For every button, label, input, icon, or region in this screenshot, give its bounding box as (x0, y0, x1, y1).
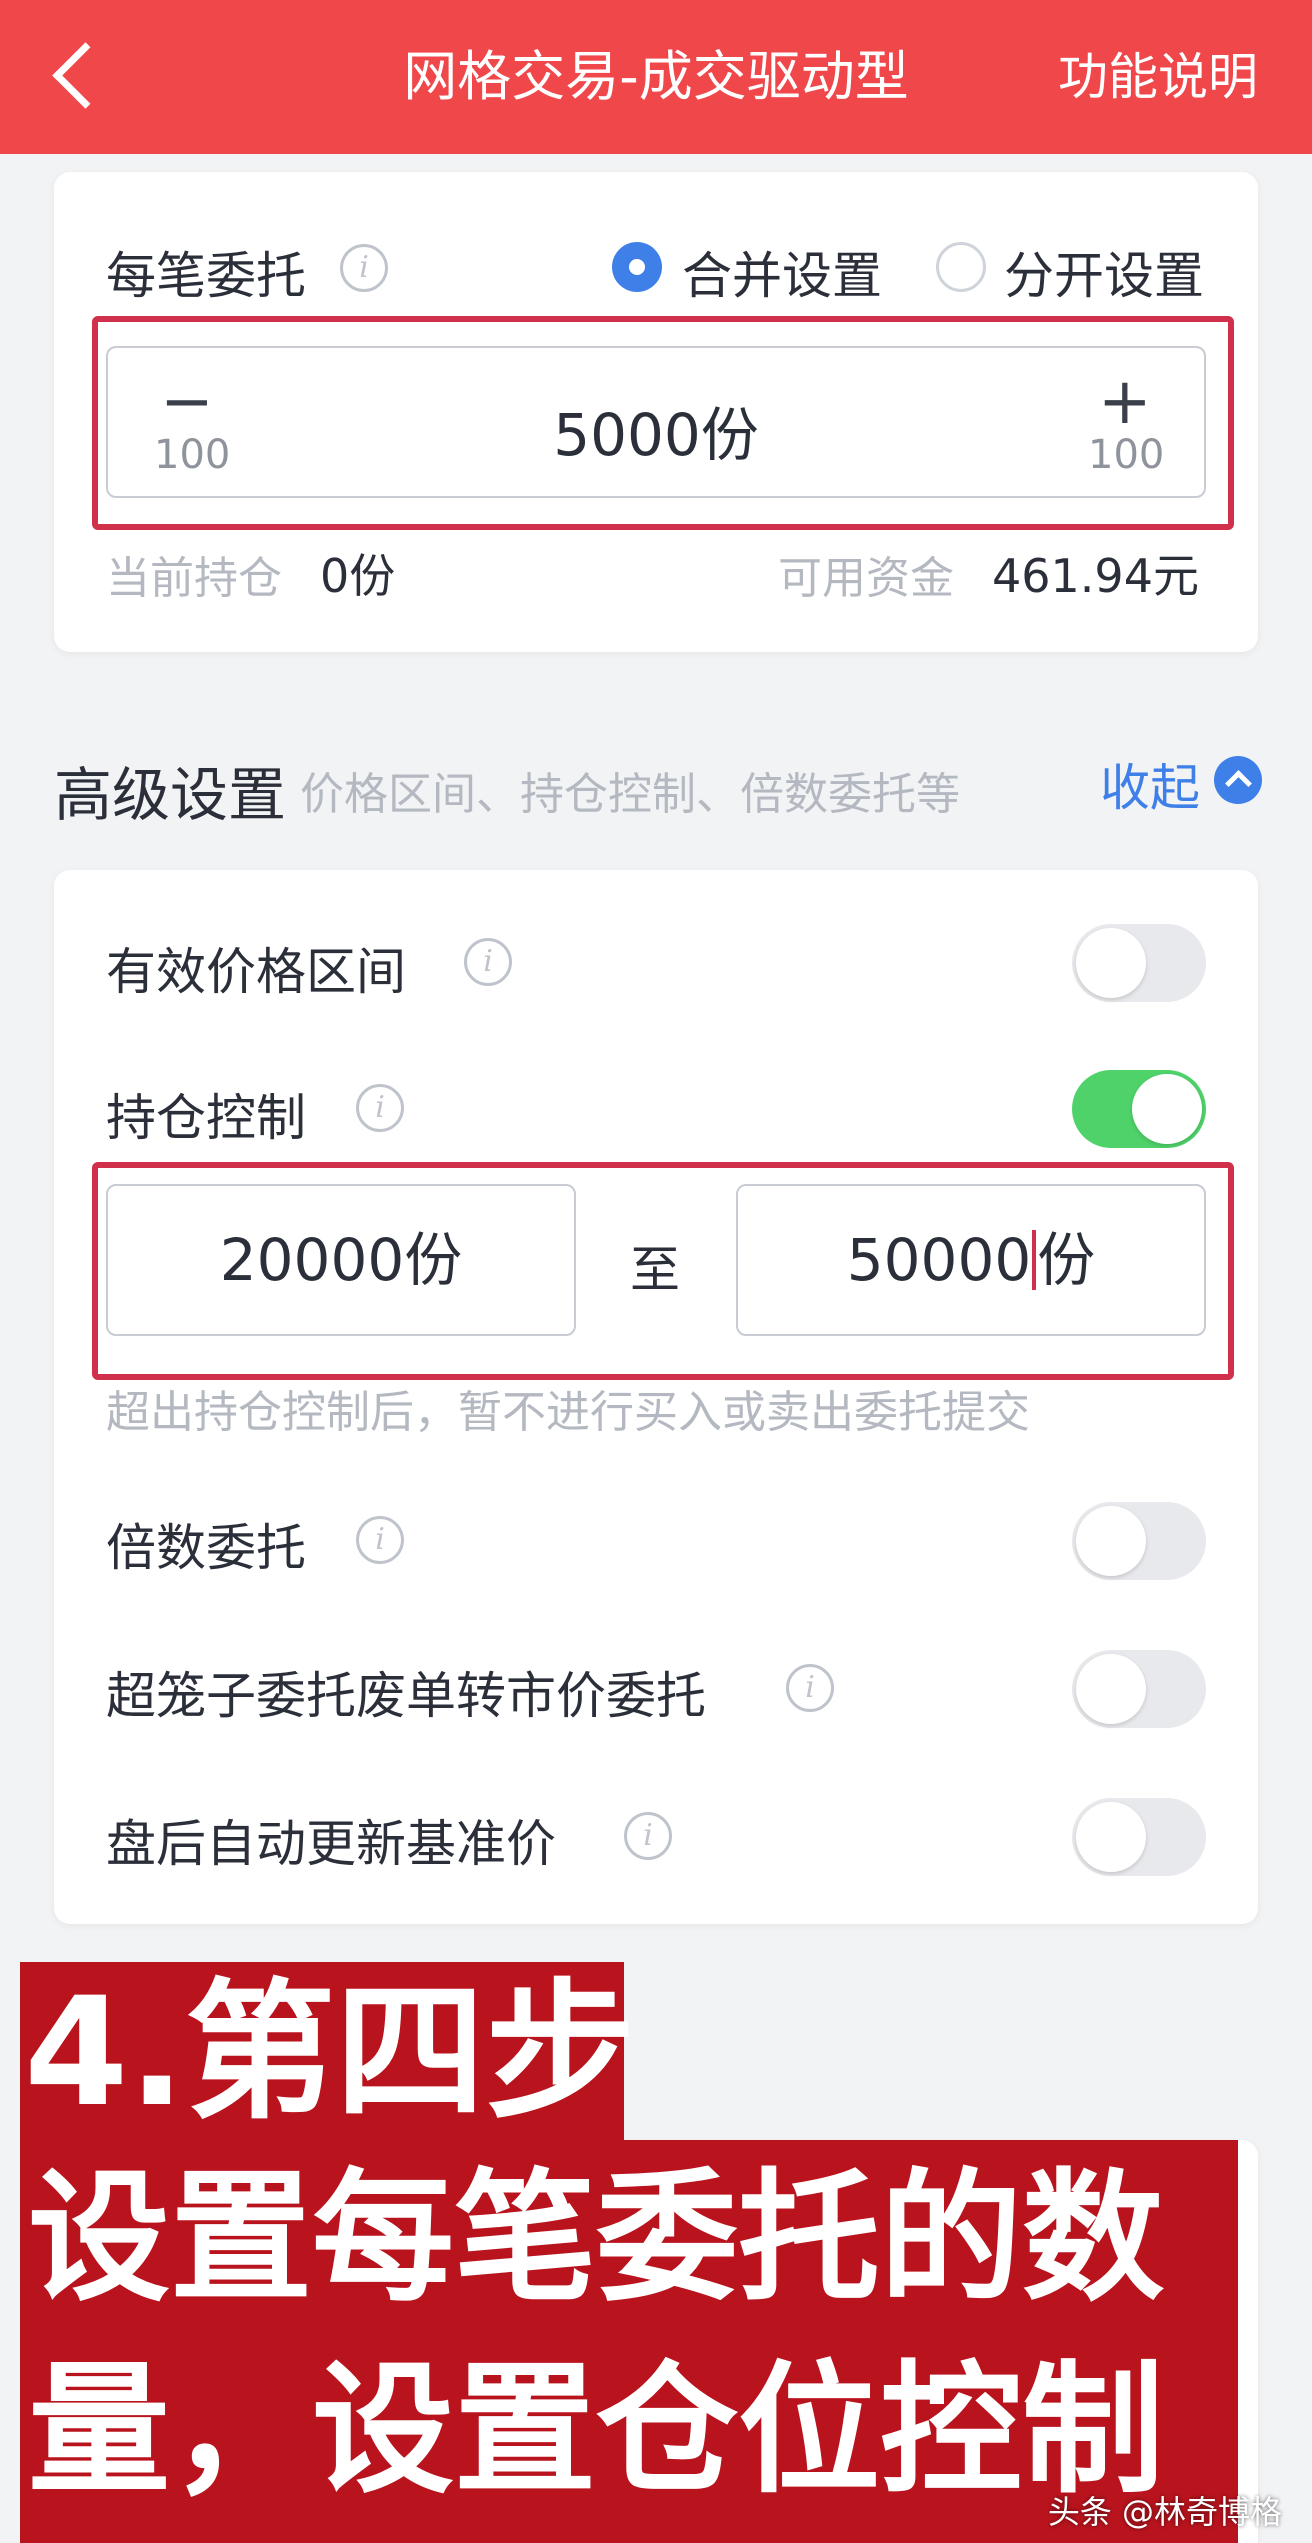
info-icon[interactable]: i (356, 1516, 404, 1564)
funds-value: 461.94元 (992, 549, 1199, 603)
setting-label-position-control: 持仓控制 (106, 1089, 306, 1147)
collapse-button[interactable]: 收起 (1100, 748, 1200, 820)
toggle-auto-update-price[interactable] (1072, 1798, 1206, 1876)
radio-split[interactable] (936, 242, 986, 292)
caption-line-1: 4.第四步 (24, 1966, 636, 2140)
toggle-multiple-order[interactable] (1072, 1502, 1206, 1580)
position-label: 当前持仓 (106, 553, 282, 604)
setting-label-multiple-order: 倍数委托 (106, 1519, 306, 1577)
watermark: 头条 @林奇博格 (1047, 2493, 1282, 2531)
setting-label-price-range: 有效价格区间 (106, 943, 406, 1001)
chevron-up-icon[interactable] (1214, 756, 1262, 804)
radio-merge-label[interactable]: 合并设置 (682, 236, 882, 308)
funds-label: 可用资金 (778, 553, 954, 604)
page-title: 网格交易-成交驱动型 (403, 45, 909, 108)
info-icon[interactable]: i (624, 1812, 672, 1860)
toggle-position-control[interactable] (1072, 1070, 1206, 1148)
caption-line-2: 设置每笔委托的数 (28, 2156, 1164, 2321)
info-icon[interactable]: i (786, 1664, 834, 1712)
highlight-box-range (92, 1162, 1234, 1380)
range-hint: 超出持仓控制后，暂不进行买入或卖出委托提交 (106, 1387, 1030, 1438)
radio-merge[interactable] (612, 242, 662, 292)
advanced-subtitle: 价格区间、持仓控制、倍数委托等 (300, 769, 960, 820)
help-link[interactable]: 功能说明 (1058, 38, 1258, 116)
toggle-market-fallback[interactable] (1072, 1650, 1206, 1728)
setting-label-market-fallback: 超笼子委托废单转市价委托 (106, 1667, 706, 1725)
info-icon[interactable]: i (356, 1084, 404, 1132)
radio-split-label[interactable]: 分开设置 (1004, 236, 1204, 308)
order-label: 每笔委托 (106, 247, 306, 305)
toggle-price-range[interactable] (1072, 924, 1206, 1002)
info-icon[interactable]: i (340, 244, 388, 292)
caption-line-3: 量，设置仓位控制 (28, 2348, 1164, 2513)
chevron-left-icon[interactable] (48, 38, 100, 116)
position-value: 0份 (320, 549, 396, 603)
info-icon[interactable]: i (464, 938, 512, 986)
advanced-title: 高级设置 (54, 761, 287, 829)
highlight-box-quantity (92, 316, 1234, 530)
setting-label-auto-update-price: 盘后自动更新基准价 (106, 1815, 556, 1873)
header-bar: 网格交易-成交驱动型 功能说明 (0, 0, 1312, 154)
